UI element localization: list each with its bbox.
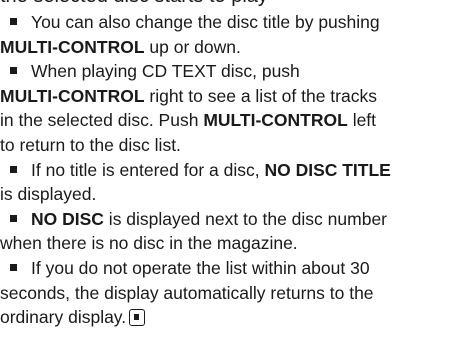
text-line: seconds, the display automatically retur… — [0, 281, 451, 306]
bullet-square-icon — [10, 18, 17, 25]
text-line: ordinary display. — [0, 305, 451, 330]
bullet-square-icon — [10, 165, 17, 173]
section-end-icon — [129, 309, 146, 327]
text-run: up or down. — [144, 36, 241, 57]
manual-page: the selected disc starts to play You can… — [0, 0, 451, 347]
text-run: right to see a list of the tracks — [144, 85, 377, 106]
text-line: When playing CD TEXT disc, push — [6, 59, 451, 84]
bold-term: MULTI-CONTROL — [0, 36, 145, 57]
text-line: MULTI-CONTROL right to see a list of the… — [0, 84, 451, 109]
text-line: when there is no disc in the magazine. — [0, 231, 451, 256]
text-line: You can also change the disc title by pu… — [6, 10, 451, 35]
text-run: when there is no disc in the magazine. — [0, 233, 298, 254]
text-run: If no title is entered for a disc, — [31, 159, 265, 180]
text-run: is displayed next to the disc number — [103, 208, 388, 229]
bullet-square-icon — [10, 214, 17, 222]
text-line: is displayed. — [0, 182, 451, 207]
text-run: is displayed. — [0, 184, 97, 205]
note-list: You can also change the disc title by pu… — [0, 10, 451, 330]
text-run: ordinary display. — [0, 307, 127, 328]
text-line: NO DISC is displayed next to the disc nu… — [6, 207, 451, 232]
list-item: If no title is entered for a disc, NO DI… — [0, 158, 451, 207]
list-item: When playing CD TEXT disc, push MULTI-CON… — [0, 59, 451, 157]
text-run: seconds, the display automatically retur… — [0, 282, 374, 303]
text-line: in the selected disc. Push MULTI-CONTROL… — [0, 108, 451, 133]
text-run: in the selected disc. Push — [0, 110, 204, 131]
text-line: MULTI-CONTROL up or down. — [0, 35, 451, 60]
text-run: When playing CD TEXT disc, push — [31, 61, 300, 82]
list-item: If you do not operate the list within ab… — [0, 256, 451, 330]
bullet-square-icon — [10, 67, 17, 75]
bold-term: MULTI-CONTROL — [203, 110, 348, 131]
list-item: NO DISC is displayed next to the disc nu… — [0, 207, 451, 256]
text-run: If you do not operate the list within ab… — [31, 257, 370, 278]
bold-term: NO DISC — [31, 208, 104, 229]
text-run: to return to the disc list. — [0, 134, 181, 155]
text-line: If no title is entered for a disc, NO DI… — [6, 158, 451, 183]
text-run: You can also change the disc title by pu… — [31, 12, 380, 32]
text-line: If you do not operate the list within ab… — [6, 256, 451, 281]
text-line: to return to the disc list. — [0, 133, 451, 158]
bullet-square-icon — [10, 263, 17, 271]
bold-term: NO DISC TITLE — [264, 159, 391, 180]
top-partial-line: the selected disc starts to play — [0, 0, 268, 8]
bold-term: MULTI-CONTROL — [0, 85, 145, 106]
list-item: You can also change the disc title by pu… — [0, 10, 451, 59]
text-run: left — [347, 110, 377, 131]
